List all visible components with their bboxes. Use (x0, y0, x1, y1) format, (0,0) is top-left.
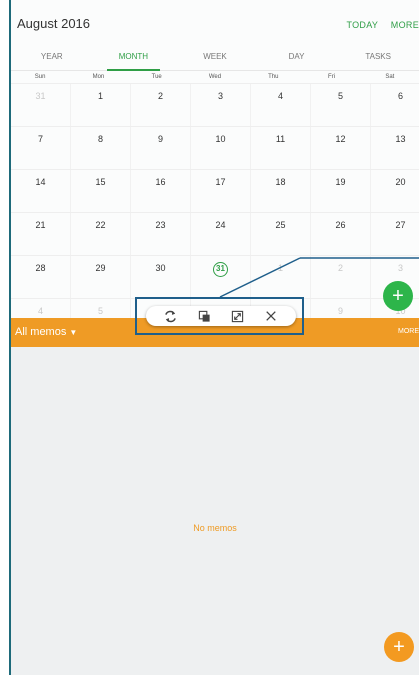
multi-window-toolbar (146, 306, 296, 326)
multi-window-icon[interactable] (197, 309, 211, 323)
switch-windows-icon[interactable] (164, 309, 178, 323)
callout-line (219, 257, 419, 298)
expand-icon[interactable] (231, 309, 245, 323)
close-icon[interactable] (264, 309, 278, 323)
